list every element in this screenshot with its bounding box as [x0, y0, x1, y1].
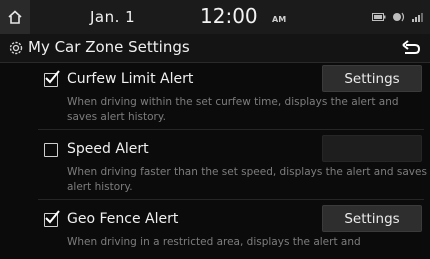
list-item-geo-fence-alert: Geo Fence Alert Settings When driving in…: [0, 203, 430, 259]
title-bar: My Car Zone Settings: [0, 34, 430, 63]
curfew-limit-alert-label: Curfew Limit Alert: [67, 71, 194, 87]
speed-alert-description: When driving faster than the set speed, …: [67, 166, 427, 193]
list-item-speed-alert: Speed Alert When driving faster than the…: [0, 133, 430, 197]
speed-settings-button[interactable]: [322, 135, 422, 162]
settings-list: Curfew Limit Alert Settings When driving…: [0, 63, 430, 259]
speed-alert-label: Speed Alert: [67, 141, 149, 157]
home-icon: [8, 10, 22, 24]
geo-fence-settings-button-label: Settings: [344, 210, 400, 227]
checkmark-icon: [45, 210, 60, 224]
gear-icon: [9, 41, 23, 55]
status-time: 12:00: [200, 4, 258, 28]
geo-fence-alert-description: When driving in a restricted area, displ…: [67, 236, 361, 248]
geo-fence-alert-label: Geo Fence Alert: [67, 211, 179, 227]
back-button[interactable]: [400, 39, 422, 57]
checkbox-curfew-limit-alert[interactable]: [44, 70, 60, 87]
bluetooth-audio-icon: [393, 12, 405, 22]
curfew-limit-alert-description: When driving within the set curfew time,…: [67, 96, 399, 123]
status-icons: [372, 11, 424, 23]
battery-icon: [372, 13, 386, 21]
signal-icon: [412, 13, 423, 22]
status-bar: Jan. 1 12:00 AM: [0, 0, 430, 34]
checkbox-geo-fence-alert[interactable]: [44, 210, 60, 227]
status-ampm: AM: [272, 15, 287, 24]
page-title: My Car Zone Settings: [28, 38, 190, 56]
status-date: Jan. 1: [90, 8, 136, 26]
geo-fence-settings-button[interactable]: Settings: [322, 205, 422, 232]
divider: [38, 199, 424, 200]
home-button[interactable]: [0, 0, 30, 34]
back-icon: [402, 40, 421, 54]
checkbox-speed-alert[interactable]: [44, 143, 58, 157]
curfew-settings-button-label: Settings: [344, 70, 400, 87]
curfew-settings-button[interactable]: Settings: [322, 65, 422, 92]
divider: [38, 129, 424, 130]
list-item-curfew-limit-alert: Curfew Limit Alert Settings When driving…: [0, 63, 430, 127]
checkmark-icon: [45, 70, 60, 84]
screen: Jan. 1 12:00 AM My Car Zone Settings Cur…: [0, 0, 430, 259]
